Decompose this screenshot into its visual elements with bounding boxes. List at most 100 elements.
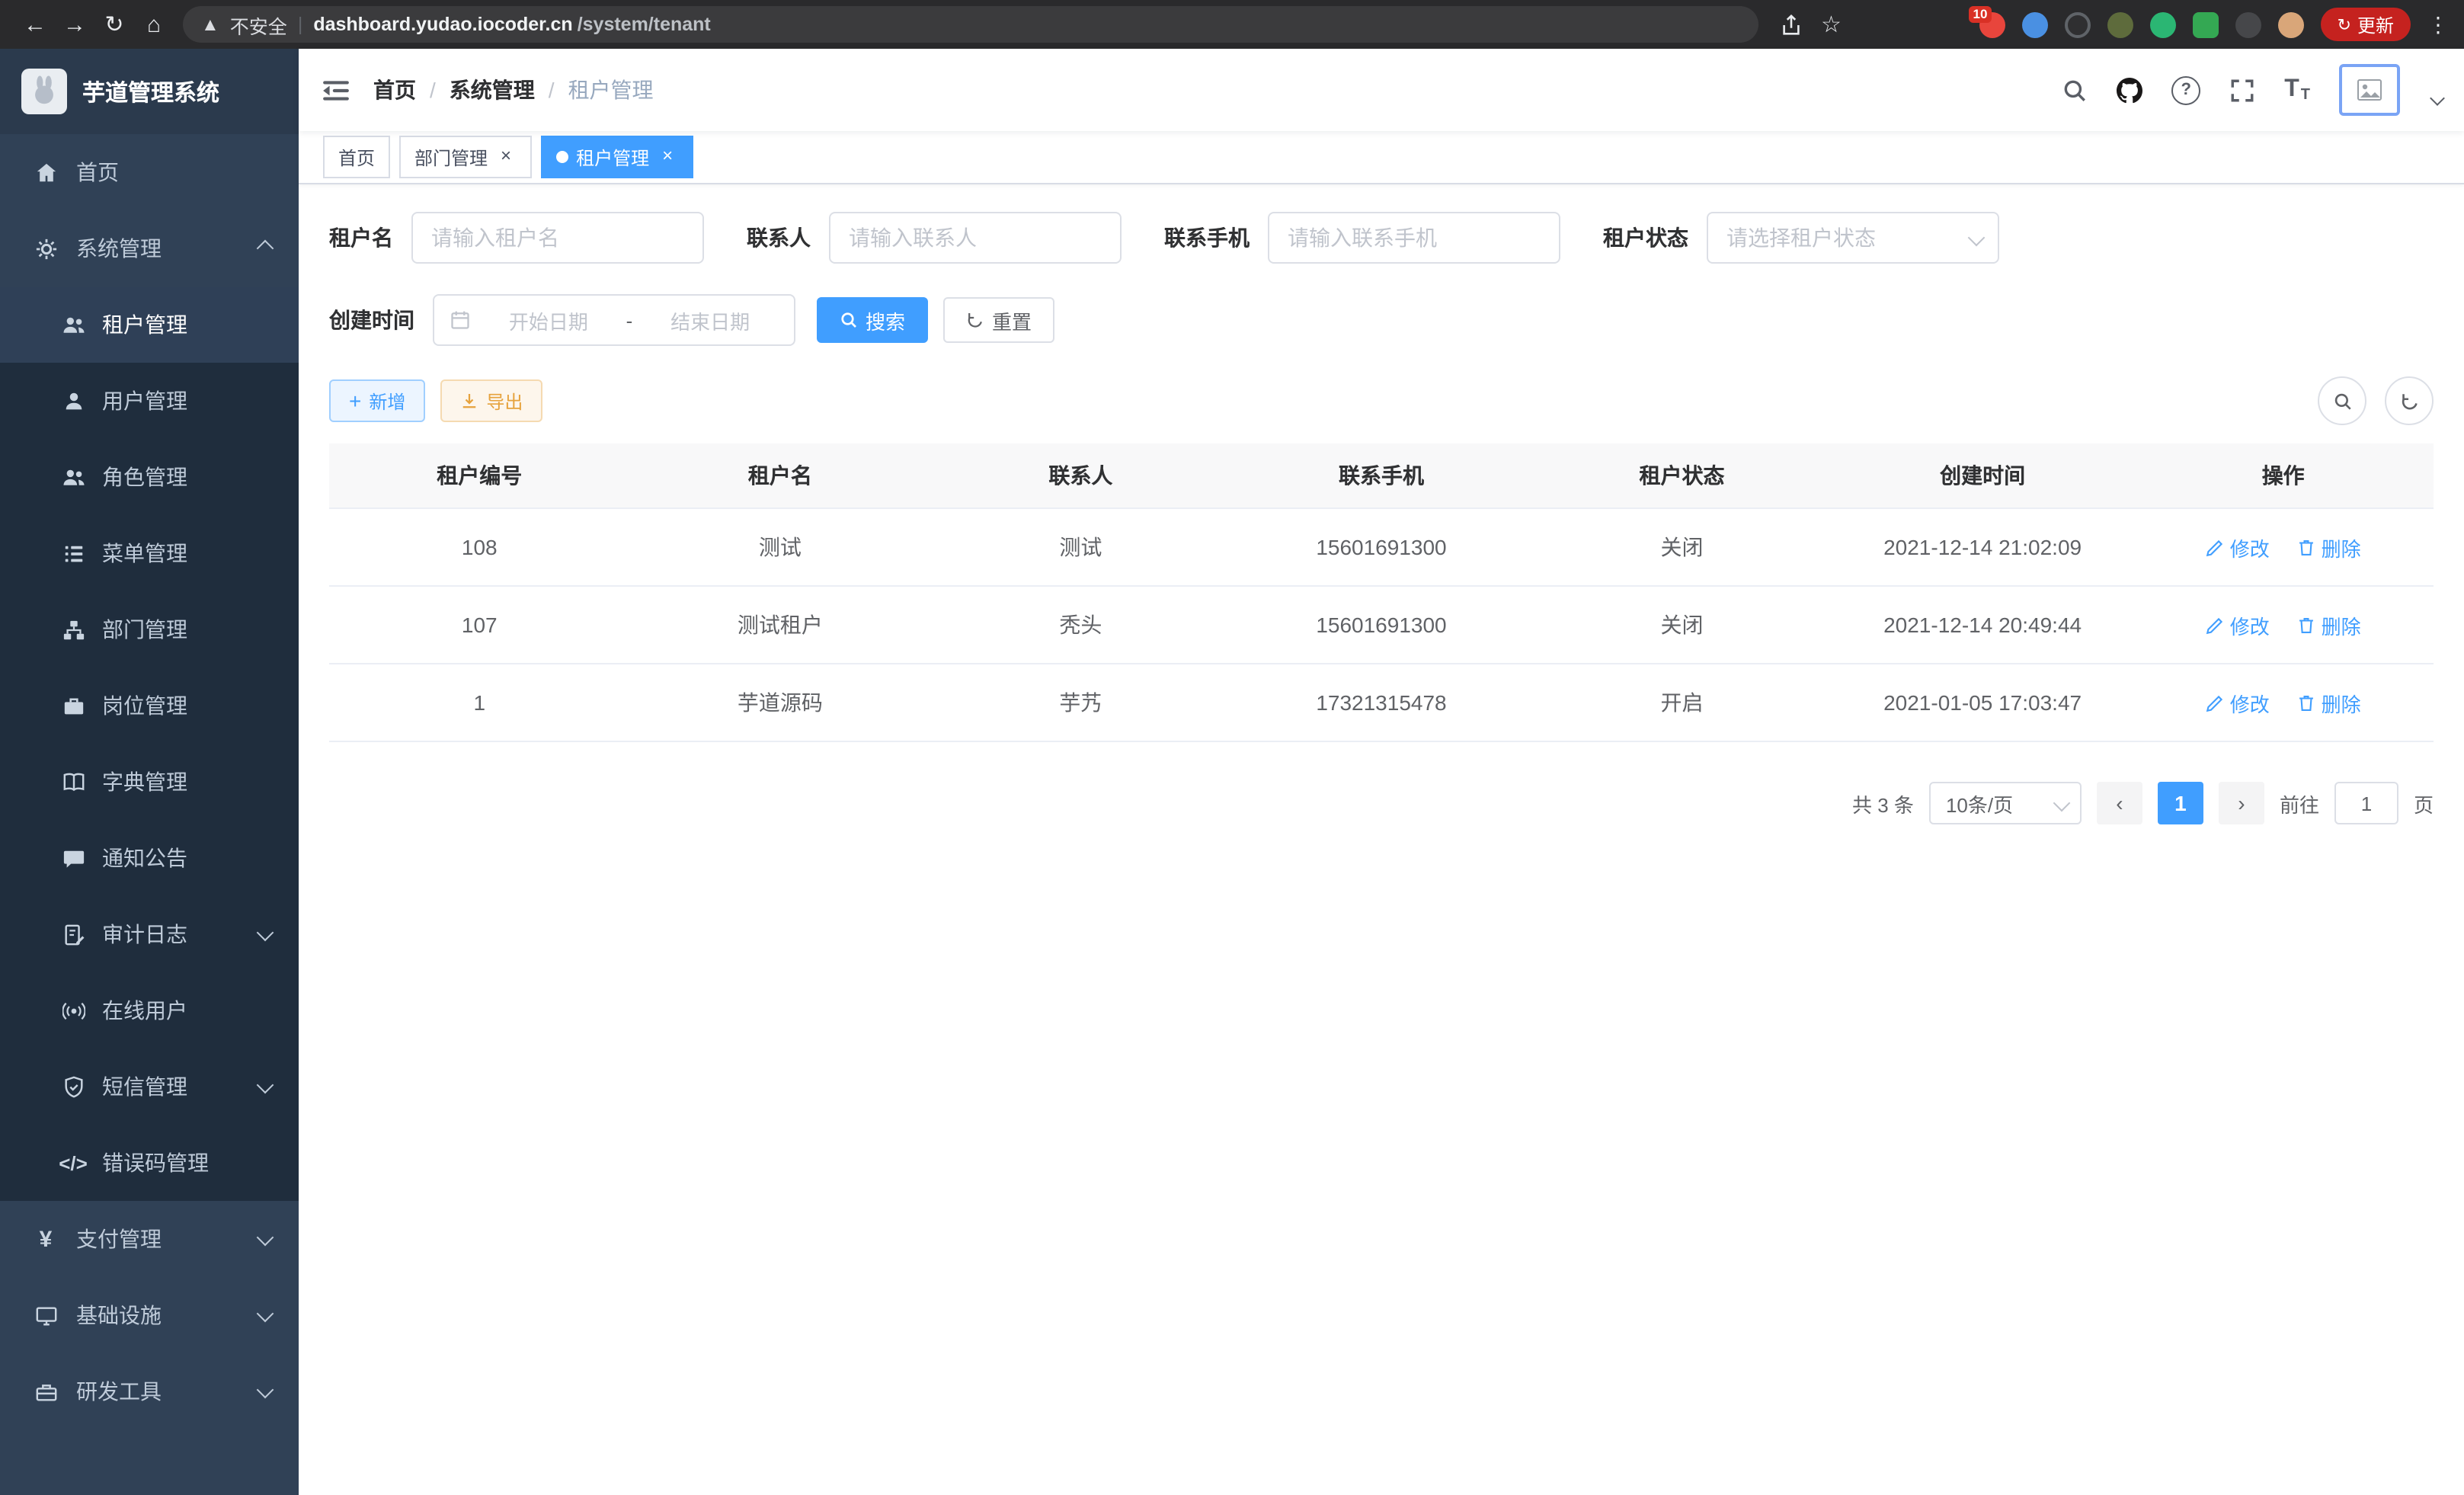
close-icon[interactable]: × bbox=[657, 146, 678, 168]
table-header-row: 租户编号 租户名 联系人 联系手机 租户状态 创建时间 操作 bbox=[329, 443, 2434, 508]
extensions-area: 10 ↻ 更新 ⋮ bbox=[1979, 8, 2449, 41]
delete-link[interactable]: 删除 bbox=[2297, 533, 2361, 562]
table-row: 1 芋道源码 芋艿 17321315478 开启 2021-01-05 17:0… bbox=[329, 664, 2434, 741]
status-cell: 关闭 bbox=[1531, 508, 1832, 586]
tab-tenant-management[interactable]: 租户管理 × bbox=[541, 136, 693, 178]
export-button[interactable]: 导出 bbox=[440, 379, 542, 422]
sidebar-item-sms-management[interactable]: 短信管理 bbox=[0, 1048, 299, 1125]
extension-icon-7[interactable] bbox=[2235, 11, 2261, 37]
add-button[interactable]: + 新增 bbox=[329, 379, 425, 422]
font-size-icon[interactable]: TT bbox=[2284, 76, 2310, 104]
browser-update-button[interactable]: ↻ 更新 bbox=[2321, 8, 2411, 41]
col-created: 创建时间 bbox=[1832, 443, 2133, 508]
edit-link[interactable]: 修改 bbox=[2206, 610, 2270, 639]
extension-icon-4[interactable] bbox=[2107, 11, 2133, 37]
filter-row-1: 租户名 联系人 联系手机 租户状态 请选择租户状态 bbox=[329, 212, 2434, 264]
sidebar-item-system-management[interactable]: 系统管理 bbox=[0, 210, 299, 287]
browser-forward-icon[interactable]: → bbox=[55, 11, 94, 37]
sidebar-item-menu-management[interactable]: 菜单管理 bbox=[0, 515, 299, 591]
bookmark-star-icon[interactable]: ☆ bbox=[1821, 11, 1842, 38]
pagination: 共 3 条 10条/页 ‹ 1 › 前往 页 bbox=[329, 782, 2434, 824]
breadcrumb-system[interactable]: 系统管理 bbox=[450, 75, 535, 105]
role-icon bbox=[61, 465, 85, 489]
tenant-id-cell: 107 bbox=[329, 586, 630, 664]
sidebar-collapse-icon[interactable] bbox=[299, 75, 373, 104]
actions-cell: 修改 删除 bbox=[2133, 508, 2434, 586]
sidebar-item-infrastructure[interactable]: 基础设施 bbox=[0, 1277, 299, 1353]
browser-reload-icon[interactable]: ↻ bbox=[94, 11, 134, 38]
date-range-picker[interactable]: 开始日期 - 结束日期 bbox=[433, 294, 795, 346]
logo-avatar bbox=[21, 69, 67, 114]
page-size-select[interactable]: 10条/页 bbox=[1929, 782, 2082, 824]
sidebar-item-tenant-management[interactable]: 租户管理 bbox=[0, 287, 299, 363]
share-icon[interactable] bbox=[1780, 13, 1803, 36]
sidebar-item-audit-log[interactable]: 审计日志 bbox=[0, 896, 299, 972]
prev-page-button[interactable]: ‹ bbox=[2097, 782, 2142, 824]
browser-profile-avatar[interactable] bbox=[2278, 11, 2304, 37]
header-search-icon[interactable] bbox=[2062, 77, 2088, 103]
sidebar-item-dict-management[interactable]: 字典管理 bbox=[0, 744, 299, 820]
toolbox-icon bbox=[34, 1379, 58, 1404]
tab-dept-management[interactable]: 部门管理 × bbox=[399, 136, 532, 178]
col-contact: 联系人 bbox=[930, 443, 1231, 508]
browser-back-icon[interactable]: ← bbox=[15, 11, 55, 37]
col-tenant-id: 租户编号 bbox=[329, 443, 630, 508]
sidebar-item-role-management[interactable]: 角色管理 bbox=[0, 439, 299, 515]
col-tenant-name: 租户名 bbox=[630, 443, 931, 508]
edit-link[interactable]: 修改 bbox=[2206, 688, 2270, 717]
sidebar-item-dev-tools[interactable]: 研发工具 bbox=[0, 1353, 299, 1429]
user-avatar[interactable] bbox=[2339, 64, 2400, 116]
toggle-search-icon[interactable] bbox=[2318, 376, 2366, 425]
goto-page-input[interactable] bbox=[2334, 782, 2398, 824]
search-button[interactable]: 搜索 bbox=[817, 297, 928, 343]
extension-icon-3[interactable] bbox=[2065, 11, 2091, 37]
status-select[interactable]: 请选择租户状态 bbox=[1707, 212, 1999, 264]
refresh-icon[interactable] bbox=[2385, 376, 2434, 425]
sidebar-item-post-management[interactable]: 岗位管理 bbox=[0, 667, 299, 744]
extension-icon-5[interactable] bbox=[2150, 11, 2176, 37]
breadcrumb-home[interactable]: 首页 bbox=[373, 75, 416, 105]
sidebar-item-notice[interactable]: 通知公告 bbox=[0, 820, 299, 896]
tenant-icon bbox=[61, 312, 85, 337]
page-1-button[interactable]: 1 bbox=[2158, 782, 2203, 824]
edit-link[interactable]: 修改 bbox=[2206, 533, 2270, 562]
tab-home[interactable]: 首页 bbox=[323, 136, 390, 178]
contact-cell: 测试 bbox=[930, 508, 1231, 586]
goto-prefix: 前往 bbox=[2280, 789, 2319, 818]
sidebar-item-payment[interactable]: ¥ 支付管理 bbox=[0, 1201, 299, 1277]
reset-button[interactable]: 重置 bbox=[943, 297, 1054, 343]
tenant-name-input[interactable] bbox=[411, 212, 704, 264]
url-host: dashboard.yudao.iocoder.cn bbox=[313, 14, 572, 35]
sidebar-item-online-users[interactable]: 在线用户 bbox=[0, 972, 299, 1048]
delete-link[interactable]: 删除 bbox=[2297, 610, 2361, 639]
browser-menu-icon[interactable]: ⋮ bbox=[2427, 11, 2449, 37]
sidebar-item-error-code[interactable]: </> 错误码管理 bbox=[0, 1125, 299, 1201]
sidebar-item-user-management[interactable]: 用户管理 bbox=[0, 363, 299, 439]
extension-icon-2[interactable] bbox=[2022, 11, 2048, 37]
avatar-dropdown-icon[interactable] bbox=[2430, 90, 2445, 105]
tenant-name-cell: 测试 bbox=[630, 508, 931, 586]
delete-link[interactable]: 删除 bbox=[2297, 688, 2361, 717]
browser-home-icon[interactable]: ⌂ bbox=[134, 11, 174, 37]
update-refresh-icon: ↻ bbox=[2338, 14, 2351, 34]
close-icon[interactable]: × bbox=[495, 146, 517, 168]
help-icon[interactable]: ? bbox=[2171, 75, 2200, 104]
logo[interactable]: 芋道管理系统 bbox=[0, 49, 299, 134]
tenant-table: 租户编号 租户名 联系人 联系手机 租户状态 创建时间 操作 108 测试 bbox=[329, 443, 2434, 742]
contact-input[interactable] bbox=[829, 212, 1122, 264]
extension-icon-6[interactable] bbox=[2193, 11, 2219, 37]
home-icon bbox=[34, 160, 58, 184]
sidebar-item-home[interactable]: 首页 bbox=[0, 134, 299, 210]
extension-icon-1[interactable]: 10 bbox=[1979, 11, 2005, 37]
github-icon[interactable] bbox=[2117, 77, 2142, 103]
filter-row-2: 创建时间 开始日期 - 结束日期 搜索 bbox=[329, 294, 2434, 346]
sidebar-item-dept-management[interactable]: 部门管理 bbox=[0, 591, 299, 667]
next-page-button[interactable]: › bbox=[2219, 782, 2264, 824]
user-icon bbox=[61, 389, 85, 413]
fullscreen-icon[interactable] bbox=[2229, 77, 2255, 103]
chevron-down-icon bbox=[257, 1381, 274, 1398]
col-phone: 联系手机 bbox=[1231, 443, 1532, 508]
address-bar[interactable]: ▲ 不安全 | dashboard.yudao.iocoder.cn/syste… bbox=[183, 6, 1758, 43]
phone-label: 联系手机 bbox=[1164, 222, 1250, 253]
phone-input[interactable] bbox=[1268, 212, 1560, 264]
